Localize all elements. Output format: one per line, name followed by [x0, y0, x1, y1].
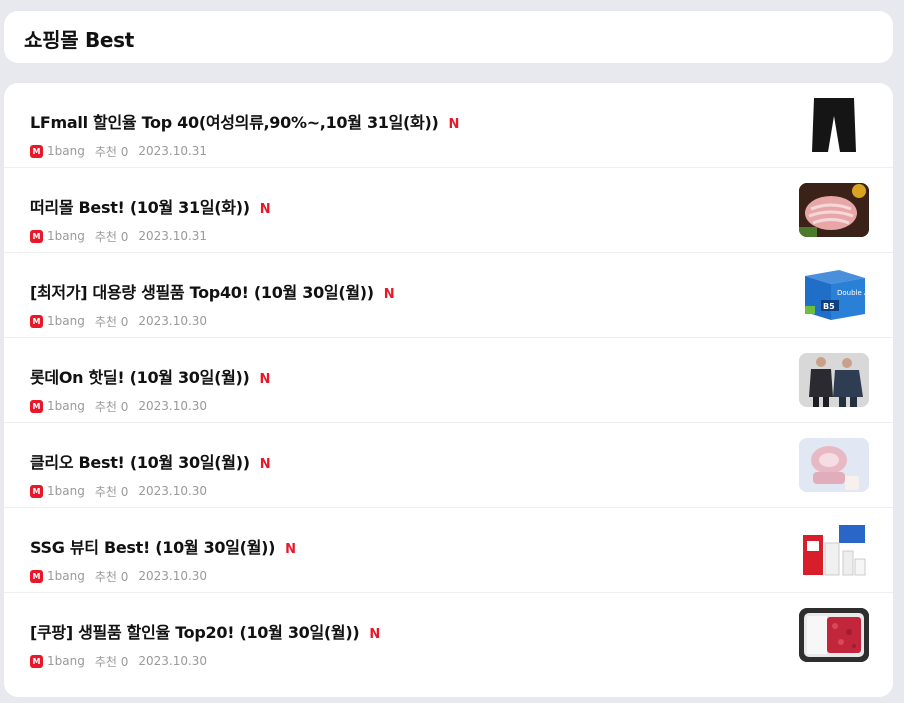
item-meta: M 1bang 추천 0 2023.10.30	[30, 653, 207, 669]
item-meta: M 1bang 추천 0 2023.10.30	[30, 568, 207, 584]
item-recommend: 추천 0	[94, 229, 129, 244]
item-meta: M 1bang 추천 0 2023.10.31	[30, 143, 207, 159]
pink-cosmetics-image	[799, 438, 869, 492]
list-item[interactable]: SSG 뷰티 Best! (10월 30일(월)) N M 1bang 추천 0 …	[4, 508, 893, 593]
thumbnail-pink-cosmetics[interactable]	[799, 438, 869, 492]
mall-icon: M	[30, 569, 43, 583]
item-title-text[interactable]: [쿠팡] 생필품 할인율 Top20! (10월 30일(월))	[30, 623, 360, 642]
item-author: 1bang	[47, 314, 85, 328]
list-item[interactable]: [최저가] 대용량 생필품 Top40! (10월 30일(월)) N M 1ba…	[4, 253, 893, 338]
item-title-text[interactable]: LFmall 할인율 Top 40(여성의류,90%~,10월 31일(화))	[30, 113, 439, 132]
item-date: 2023.10.30	[138, 484, 208, 498]
mall-icon: M	[30, 654, 43, 668]
thumbnail-black-pants[interactable]	[799, 98, 869, 152]
item-recommend: 추천 0	[94, 144, 129, 159]
new-badge: N	[285, 542, 296, 557]
new-badge: N	[383, 287, 395, 302]
thumbnail-men-suits[interactable]	[799, 353, 869, 407]
item-title-text[interactable]: 떠리몰 Best! (10월 31일(화))	[30, 198, 250, 217]
item-date: 2023.10.31	[138, 144, 208, 158]
item-author: 1bang	[47, 144, 85, 158]
new-badge: N	[259, 457, 271, 472]
paper-box-image: Double A B5	[805, 270, 869, 320]
item-author: 1bang	[47, 484, 85, 498]
men-suits-image	[799, 353, 869, 407]
item-recommend: 추천 0	[94, 399, 129, 414]
item-author: 1bang	[47, 229, 85, 243]
item-title-text[interactable]: 롯데On 핫딜! (10월 30일(월))	[30, 368, 250, 387]
page-title: 쇼핑몰 Best	[24, 28, 135, 52]
mall-icon: M	[30, 229, 43, 243]
item-title[interactable]: [최저가] 대용량 생필품 Top40! (10월 30일(월)) N	[30, 279, 770, 303]
item-author: 1bang	[47, 399, 85, 413]
item-meta: M 1bang 추천 0 2023.10.30	[30, 313, 207, 329]
item-title-text[interactable]: 클리오 Best! (10월 30일(월))	[30, 453, 250, 472]
item-recommend: 추천 0	[94, 314, 129, 329]
sliced-pork-image	[799, 183, 869, 237]
list-item[interactable]: [쿠팡] 생필품 할인율 Top20! (10월 30일(월)) N M 1ban…	[4, 593, 893, 678]
mall-icon: M	[30, 399, 43, 413]
item-date: 2023.10.31	[138, 229, 208, 243]
item-title-text[interactable]: SSG 뷰티 Best! (10월 30일(월))	[30, 538, 275, 557]
thumbnail-sliced-pork[interactable]	[799, 183, 869, 237]
item-date: 2023.10.30	[138, 314, 208, 328]
beauty-products-image	[799, 523, 869, 577]
new-badge: N	[448, 117, 460, 132]
item-title[interactable]: SSG 뷰티 Best! (10월 30일(월)) N	[30, 534, 770, 558]
item-title[interactable]: 떠리몰 Best! (10월 31일(화)) N	[30, 194, 770, 218]
item-date: 2023.10.30	[138, 654, 208, 668]
item-title[interactable]: 클리오 Best! (10월 30일(월)) N	[30, 449, 770, 473]
item-date: 2023.10.30	[138, 569, 208, 583]
new-badge: N	[259, 202, 271, 217]
item-meta: M 1bang 추천 0 2023.10.30	[30, 483, 207, 499]
list-item[interactable]: 롯데On 핫딜! (10월 30일(월)) N M 1bang 추천 0 2023…	[4, 338, 893, 423]
new-badge: N	[259, 372, 271, 387]
black-pants-image	[812, 98, 856, 152]
list-item[interactable]: 클리오 Best! (10월 30일(월)) N M 1bang 추천 0 202…	[4, 423, 893, 508]
paper-size-label: B5	[823, 302, 835, 311]
item-recommend: 추천 0	[94, 484, 129, 499]
item-meta: M 1bang 추천 0 2023.10.30	[30, 398, 207, 414]
item-title-text[interactable]: [최저가] 대용량 생필품 Top40! (10월 30일(월))	[30, 283, 374, 302]
item-title[interactable]: [쿠팡] 생필품 할인율 Top20! (10월 30일(월)) N	[30, 619, 770, 643]
new-badge: N	[369, 627, 380, 642]
list-item[interactable]: 떠리몰 Best! (10월 31일(화)) N M 1bang 추천 0 202…	[4, 168, 893, 253]
item-author: 1bang	[47, 569, 85, 583]
item-recommend: 추천 0	[94, 654, 129, 669]
item-title[interactable]: 롯데On 핫딜! (10월 30일(월)) N	[30, 364, 770, 388]
item-recommend: 추천 0	[94, 569, 129, 584]
mall-icon: M	[30, 484, 43, 498]
mall-icon: M	[30, 314, 43, 328]
item-title[interactable]: LFmall 할인율 Top 40(여성의류,90%~,10월 31일(화)) N	[30, 109, 770, 133]
thumbnail-paper-box[interactable]: Double A B5	[799, 268, 869, 322]
item-date: 2023.10.30	[138, 399, 208, 413]
item-meta: M 1bang 추천 0 2023.10.31	[30, 228, 207, 244]
list-item[interactable]: LFmall 할인율 Top 40(여성의류,90%~,10월 31일(화)) N…	[4, 83, 893, 168]
post-list: LFmall 할인율 Top 40(여성의류,90%~,10월 31일(화)) N…	[4, 83, 893, 697]
paper-brand-text: Double A	[837, 289, 869, 297]
thumbnail-beauty-products[interactable]	[799, 523, 869, 577]
item-author: 1bang	[47, 654, 85, 668]
header-card: 쇼핑몰 Best	[4, 11, 893, 63]
thumbnail-ground-meat[interactable]	[799, 608, 869, 662]
ground-meat-image	[799, 608, 869, 662]
mall-icon: M	[30, 144, 43, 158]
